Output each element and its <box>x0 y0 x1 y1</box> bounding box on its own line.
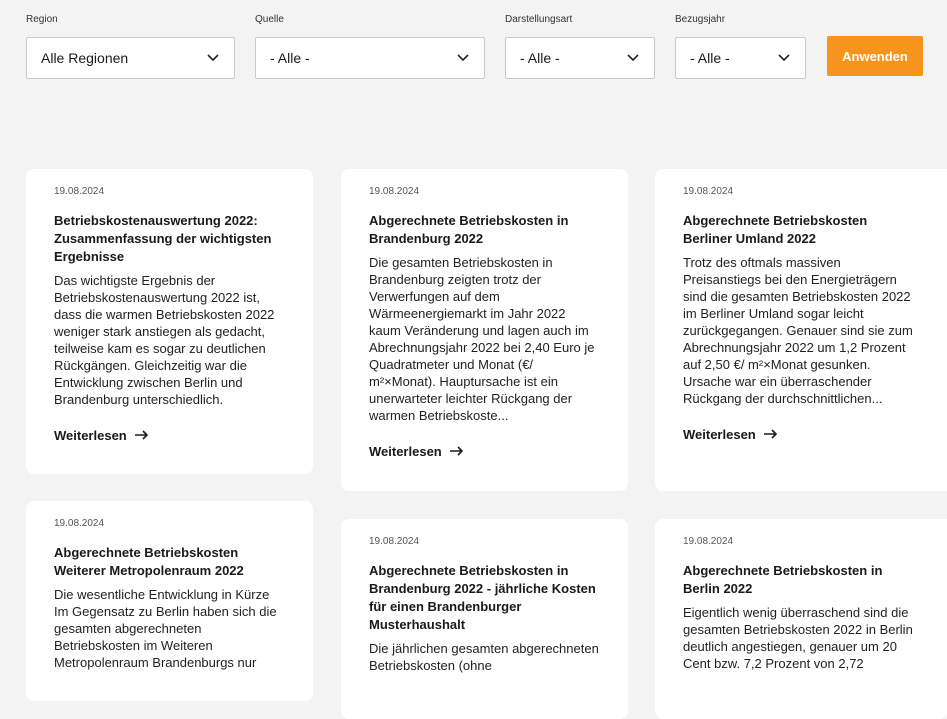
arrow-right-icon <box>449 444 464 459</box>
chevron-down-icon <box>777 51 791 65</box>
apply-button[interactable]: Anwenden <box>827 36 923 76</box>
card-excerpt: Das wichtigste Ergebnis der Betriebskost… <box>54 273 275 407</box>
bezugsjahr-value: - Alle - <box>690 50 730 66</box>
bezugsjahr-filter: Bezugsjahr - Alle - <box>675 14 806 79</box>
arrow-right-icon <box>134 428 149 443</box>
bezugsjahr-select[interactable]: - Alle - <box>675 37 806 79</box>
quelle-select[interactable]: - Alle - <box>255 37 485 79</box>
quelle-filter: Quelle - Alle - <box>255 14 485 79</box>
bezugsjahr-label: Bezugsjahr <box>675 14 726 25</box>
card-date: 19.08.2024 <box>683 186 734 197</box>
card-title[interactable]: Abgerechnete Betriebskosten in Berlin 20… <box>683 562 919 598</box>
card-title[interactable]: Abgerechnete Betriebskosten in Brandenbu… <box>369 212 600 248</box>
card-title[interactable]: Abgerechnete Betriebskosten in Brandenbu… <box>369 562 600 634</box>
read-more-link[interactable]: Weiterlesen <box>369 444 464 459</box>
darstellungsart-label: Darstellungsart <box>505 14 573 25</box>
card-excerpt: Eigentlich wenig überraschend sind die g… <box>683 605 913 671</box>
read-more-link[interactable]: Weiterlesen <box>683 427 778 442</box>
chevron-down-icon <box>626 51 640 65</box>
arrow-right-icon <box>763 427 778 442</box>
chevron-down-icon <box>206 51 220 65</box>
article-card[interactable]: 19.08.2024 Abgerechnete Betriebskosten i… <box>655 519 947 719</box>
card-title[interactable]: Abgerechnete Betriebskosten Weiterer Met… <box>54 544 285 580</box>
card-excerpt: Die jährlichen gesamten abgerechneten Be… <box>369 641 599 673</box>
card-excerpt: Die wesentliche Entwicklung in Kürze Im … <box>54 587 277 670</box>
darstellungsart-filter: Darstellungsart - Alle - <box>505 14 655 79</box>
card-date: 19.08.2024 <box>54 186 105 197</box>
card-date: 19.08.2024 <box>369 536 420 547</box>
article-card[interactable]: 19.08.2024 Abgerechnete Betriebskosten B… <box>655 169 947 491</box>
card-excerpt: Die gesamten Betriebskosten in Brandenbu… <box>369 255 595 423</box>
article-card[interactable]: 19.08.2024 Betriebskostenauswertung 2022… <box>26 169 313 474</box>
article-card[interactable]: 19.08.2024 Abgerechnete Betriebskosten i… <box>341 169 628 491</box>
region-select[interactable]: Alle Regionen <box>26 37 235 79</box>
quelle-label: Quelle <box>255 14 284 25</box>
article-card[interactable]: 19.08.2024 Abgerechnete Betriebskosten W… <box>26 501 313 701</box>
darstellungsart-select[interactable]: - Alle - <box>505 37 655 79</box>
read-more-label: Weiterlesen <box>683 427 756 442</box>
card-excerpt: Trotz des oftmals massiven Preisanstiegs… <box>683 255 913 406</box>
article-card[interactable]: 19.08.2024 Abgerechnete Betriebskosten i… <box>341 519 628 719</box>
read-more-link[interactable]: Weiterlesen <box>54 428 149 443</box>
card-title[interactable]: Abgerechnete Betriebskosten Berliner Uml… <box>683 212 919 248</box>
filter-bar: Region Alle Regionen Quelle - Alle - Dar… <box>0 0 947 80</box>
card-date: 19.08.2024 <box>369 186 420 197</box>
region-filter: Region Alle Regionen <box>26 14 235 79</box>
card-title[interactable]: Betriebskostenauswertung 2022: Zusammenf… <box>54 212 285 266</box>
region-label: Region <box>26 14 58 25</box>
region-value: Alle Regionen <box>41 50 129 66</box>
quelle-value: - Alle - <box>270 50 310 66</box>
chevron-down-icon <box>456 51 470 65</box>
read-more-label: Weiterlesen <box>369 444 442 459</box>
darstellungsart-value: - Alle - <box>520 50 560 66</box>
read-more-label: Weiterlesen <box>54 428 127 443</box>
card-date: 19.08.2024 <box>54 518 105 529</box>
card-date: 19.08.2024 <box>683 536 734 547</box>
